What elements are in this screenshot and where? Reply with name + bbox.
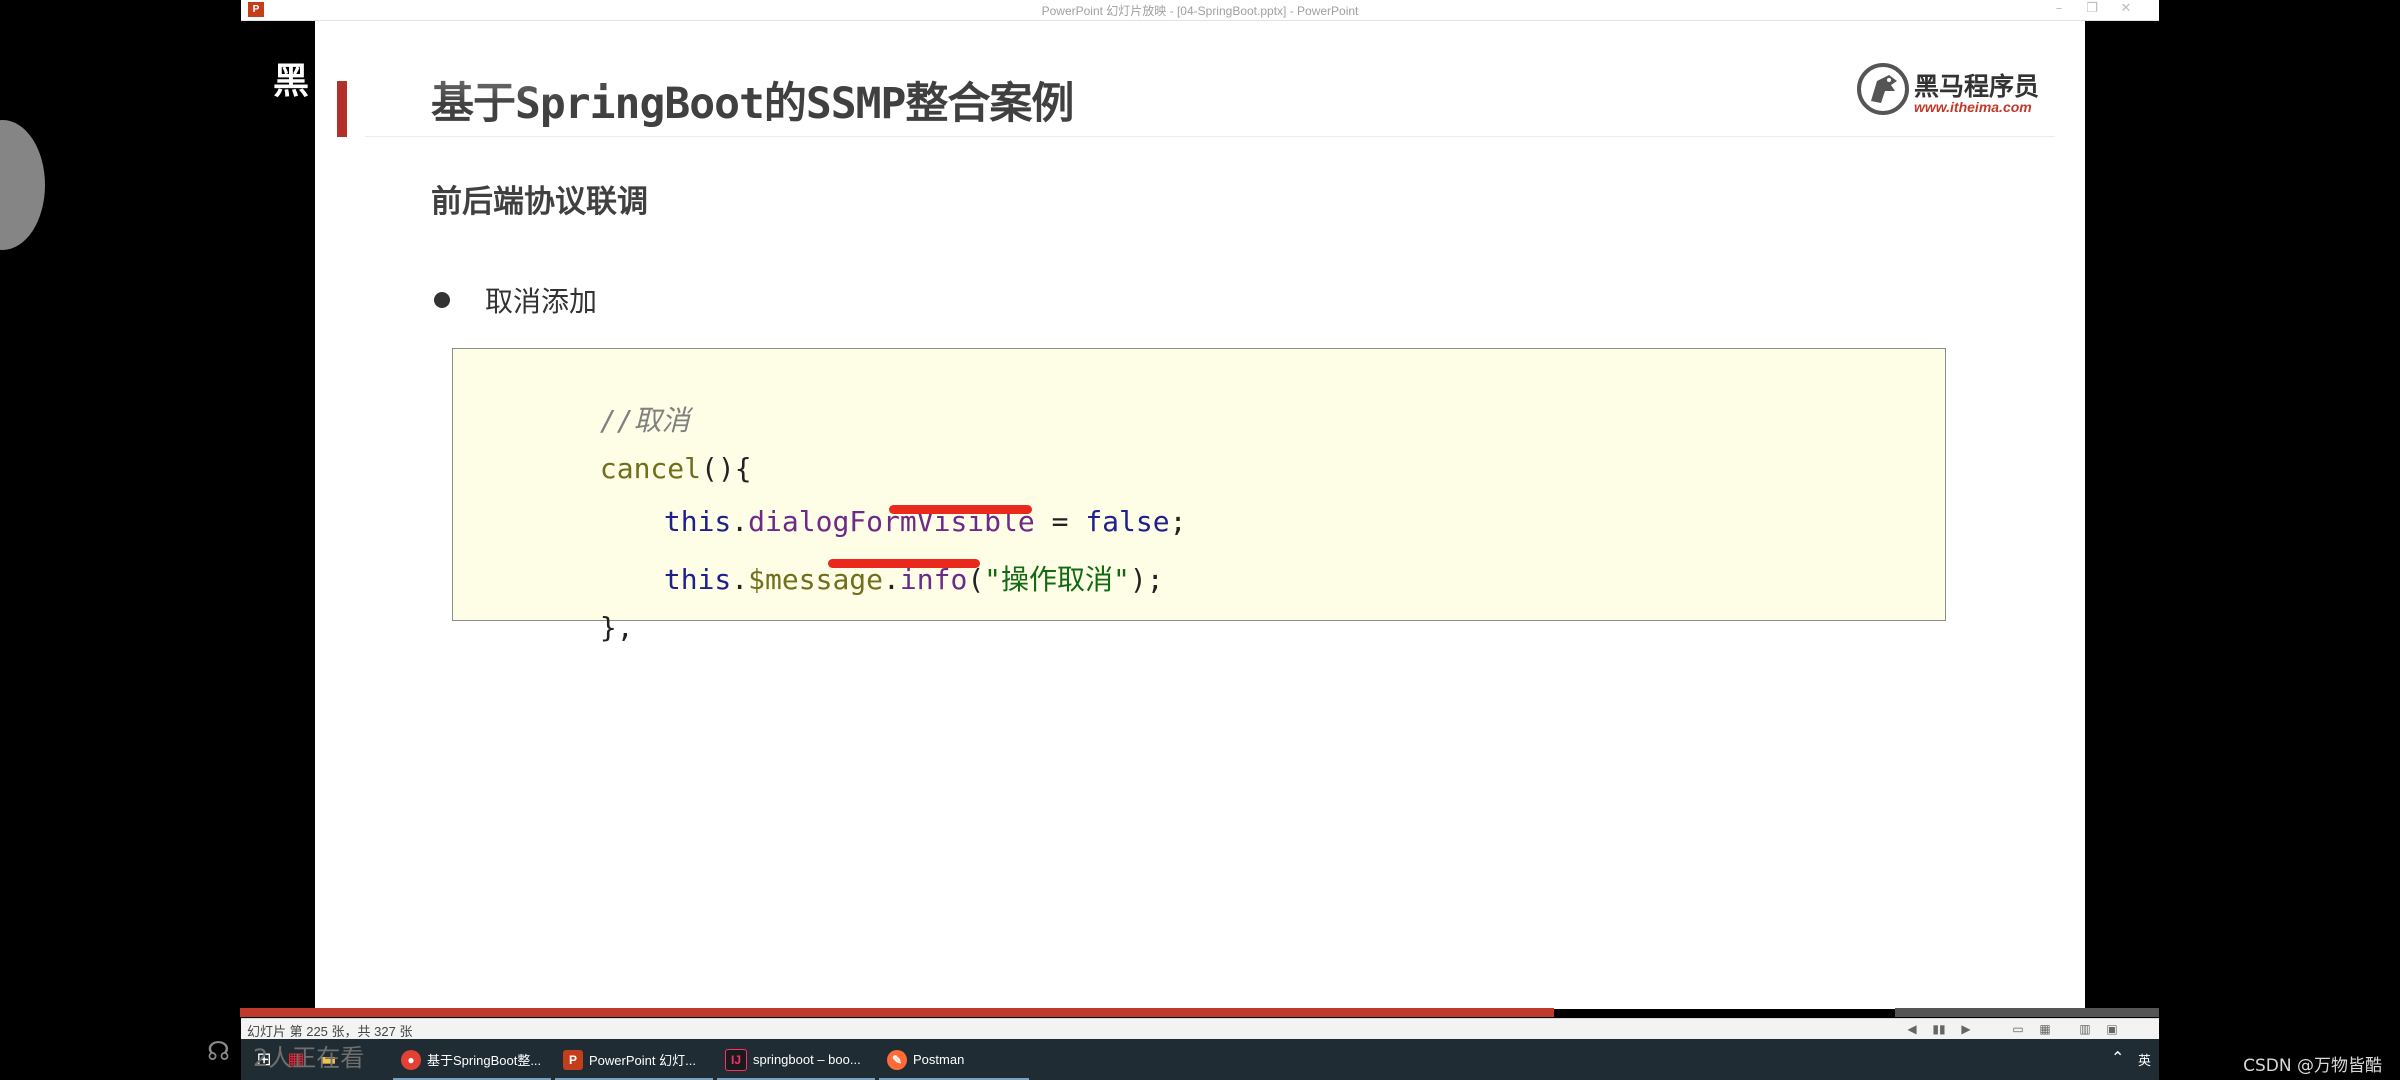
status-bar: 幻灯片 第 225 张，共 327 张 ◀ ▮▮ ▶ ▭ ▦ ▥ ▣ [241,1018,2159,1040]
window-title: PowerPoint 幻灯片放映 - [04-SpringBoot.pptx] … [1041,4,1359,18]
code-punct: ); [1129,563,1164,596]
screen: P PowerPoint 幻灯片放映 - [04-SpringBoot.pptx… [0,0,2400,1080]
section-heading: 前后端协议联调 [431,184,648,220]
normal-view-icon[interactable]: ▭ [2009,1021,2027,1037]
code-line-close: }, [465,578,634,677]
slideshow-progress-remaining [1895,1008,2159,1017]
taskbar-app-chrome[interactable]: ● 基于SpringBoot整... [393,1039,551,1080]
taskbar-app-label: PowerPoint 幻灯... [589,1053,696,1068]
code-block: //取消 cancel(){ this.dialogFormVisible = … [452,348,1946,644]
code-this-keyword: this [663,563,732,596]
blurred-watermark [325,36,660,106]
taskbar-app-label: Postman [913,1052,965,1067]
reading-view-icon[interactable]: ▥ [2076,1021,2094,1037]
chrome-icon: ● [401,1049,421,1070]
slideshow-progress-bar [240,1008,1554,1017]
code-punct: ; [1169,505,1187,538]
powerpoint-icon: P [563,1049,583,1070]
close-button[interactable]: ✕ [2103,0,2149,20]
overlay-channel-text: 黑 [273,61,310,102]
next-slide-icon[interactable]: ▶ [1957,1021,1975,1037]
viewer-headphone-icon: ☊ [207,1037,231,1067]
red-annotation-underline [828,559,980,568]
previous-slide-icon[interactable]: ◀ [1903,1021,1921,1037]
itheima-logo: 黑马程序员 www.itheima.com [1855,61,2055,121]
code-punct: . [731,563,749,596]
tray-chevron-up-icon[interactable]: ⌃ [2111,1048,2124,1067]
slideshow-view-icon[interactable]: ▣ [2103,1021,2121,1037]
intellij-icon: IJ [725,1048,747,1071]
red-annotation-underline [889,505,1032,514]
taskbar-app-intellij[interactable]: IJ springboot – boo... [717,1039,875,1080]
bullet-dot-icon [434,292,450,308]
floating-avatar-bubble[interactable] [0,120,45,250]
taskbar-app-label: springboot – boo... [753,1052,861,1067]
title-divider [365,136,2055,137]
pause-icon[interactable]: ▮▮ [1930,1021,1948,1037]
horse-logo-icon [1857,63,1909,115]
slide-sorter-icon[interactable]: ▦ [2036,1021,2054,1037]
postman-icon: ✎ [887,1049,907,1070]
csdn-watermark: CSDN @万物皆酷 [2243,1056,2382,1076]
taskbar-app-powerpoint[interactable]: P PowerPoint 幻灯... [555,1039,713,1080]
taskbar-app-postman[interactable]: ✎ Postman [879,1039,1029,1080]
window-title-bar: P PowerPoint 幻灯片放映 - [04-SpringBoot.pptx… [241,0,2159,21]
code-closing-brace: }, [599,611,634,644]
bullet-text: 取消添加 [485,285,598,318]
taskbar-app-label: 基于SpringBoot整... [427,1053,542,1068]
logo-text: 黑马程序员 [1914,72,2040,101]
viewer-count: 2人正在看 [253,1044,365,1072]
input-method-indicator[interactable]: 英 [2138,1050,2151,1069]
taskbar: ⊞ ▦ ▬ ● 基于SpringBoot整... P PowerPoint 幻灯… [241,1039,2159,1080]
slide[interactable]: 基于SpringBoot的SSMP整合案例 黑马程序员 www.itheima.… [315,21,2085,1009]
code-string: "操作取消" [984,563,1130,596]
logo-url: www.itheima.com [1914,99,2032,115]
